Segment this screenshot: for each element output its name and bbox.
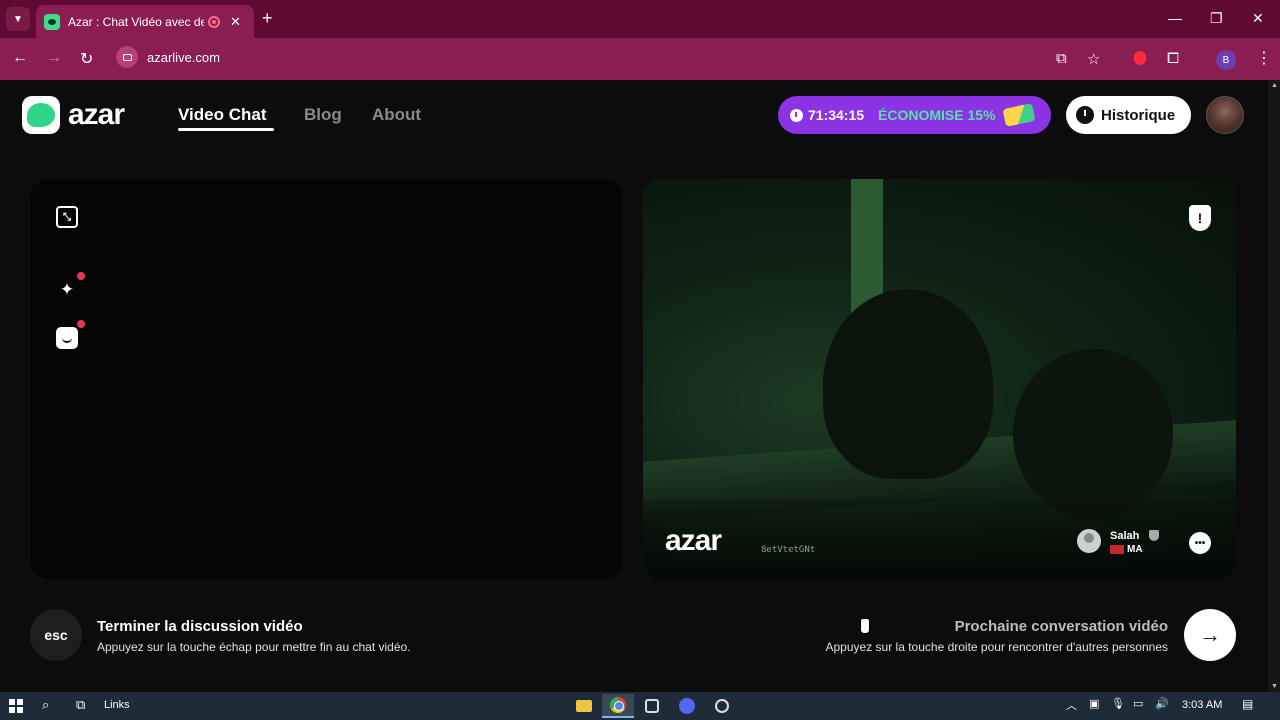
azar-favicon-icon xyxy=(44,13,60,30)
video-watermark-code: 8etVtetGNt xyxy=(761,545,816,555)
browser-tab-strip: ▼ Azar : Chat Vidéo avec de n ✕ + — ❐ ✕ xyxy=(0,0,1280,38)
report-shield-icon[interactable]: ! xyxy=(1189,205,1211,231)
browser-tab-active[interactable]: Azar : Chat Vidéo avec de n ✕ xyxy=(36,5,254,38)
next-chat-title: Prochaine conversation vidéo xyxy=(954,618,1168,635)
country-flag-icon xyxy=(1110,545,1124,554)
nav-active-underline xyxy=(178,128,274,131)
tab-close-icon[interactable]: ✕ xyxy=(230,14,241,30)
url-text: azarlive.com xyxy=(147,49,220,65)
windows-taskbar: ⌕ ⧉ Links ︿ ▣ 🎙 ▭ 🔊 3:03 AM ▤ xyxy=(0,692,1280,720)
video-watermark-logo: azar xyxy=(665,524,722,557)
promo-timer: 71:34:15 xyxy=(808,107,865,123)
next-chat-subtitle: Appuyez sur la touche droite pour rencon… xyxy=(825,640,1169,654)
magic-wand-icon[interactable]: ✦ xyxy=(56,279,78,301)
azar-logo-icon xyxy=(22,96,60,134)
notification-dot xyxy=(77,272,85,280)
reload-icon[interactable]: ↻ xyxy=(80,49,93,69)
install-app-icon[interactable]: ⧉ xyxy=(1056,50,1067,67)
tab-title: Azar : Chat Vidéo avec de n xyxy=(68,14,204,29)
end-chat-title: Terminer la discussion vidéo xyxy=(97,618,303,635)
promo-text: ÉCONOMISE 15% xyxy=(878,107,996,123)
camera-tray-icon[interactable]: ▣ xyxy=(1089,697,1099,710)
next-chat-button[interactable]: → xyxy=(1184,609,1236,661)
browser-menu-icon[interactable]: ⋮ xyxy=(1256,48,1272,68)
windows-start-icon[interactable] xyxy=(9,699,23,713)
taskbar-clock[interactable]: 3:03 AM xyxy=(1182,699,1222,711)
video-person xyxy=(1013,349,1173,519)
chat-bubble-icon[interactable]: ••• xyxy=(1189,532,1211,554)
video-person xyxy=(823,289,993,479)
peer-name: Salah xyxy=(1110,530,1140,542)
volume-icon[interactable]: 🔊 xyxy=(1155,697,1169,710)
end-chat-subtitle: Appuyez sur la touche échap pour mettre … xyxy=(97,640,411,654)
notifications-icon[interactable]: ▤ xyxy=(1242,697,1253,711)
links-toolbar[interactable]: Links xyxy=(104,699,130,711)
notification-dot xyxy=(77,320,85,328)
tab-search-chevron-icon[interactable]: ▼ xyxy=(6,7,30,31)
user-avatar[interactable] xyxy=(1206,96,1244,134)
history-label: Historique xyxy=(1101,106,1176,124)
history-button[interactable]: Historique xyxy=(1066,96,1191,134)
minimize-icon[interactable]: — xyxy=(1168,10,1182,26)
remote-video-panel: ! azar 8etVtetGNt Salah MA ••• xyxy=(643,179,1236,579)
clock-icon xyxy=(790,108,803,122)
back-arrow-icon[interactable]: ← xyxy=(12,49,28,67)
page-scrollbar[interactable]: ▲ ▼ xyxy=(1268,80,1280,692)
page-content: azar Video Chat Blog About 71:34:15 ÉCON… xyxy=(0,80,1268,692)
nav-about[interactable]: About xyxy=(372,105,421,125)
recording-indicator-icon xyxy=(208,15,220,28)
bookmark-star-icon[interactable]: ☆ xyxy=(1087,50,1100,68)
end-chat-button[interactable]: esc xyxy=(30,609,82,661)
nav-blog[interactable]: Blog xyxy=(304,105,342,125)
azar-logo[interactable]: azar xyxy=(22,96,125,134)
extension-icon[interactable] xyxy=(1134,51,1146,65)
close-window-icon[interactable]: ✕ xyxy=(1252,10,1264,27)
profile-avatar[interactable]: B xyxy=(1216,50,1236,70)
task-view-icon[interactable]: ⧉ xyxy=(76,697,85,713)
camera-permission-icon[interactable] xyxy=(116,46,138,68)
coupon-icon xyxy=(1001,103,1036,127)
peer-verified-badge-icon xyxy=(1149,530,1159,541)
new-tab-plus-icon[interactable]: + xyxy=(262,8,273,29)
logo-text: azar xyxy=(68,98,125,131)
discord-icon[interactable] xyxy=(671,694,703,718)
forward-arrow-icon[interactable]: → xyxy=(46,49,62,67)
url-field[interactable]: azarlive.com xyxy=(116,46,220,68)
face-filter-icon[interactable] xyxy=(56,327,78,349)
extensions-puzzle-icon[interactable]: ⧠ xyxy=(1167,50,1179,67)
search-icon[interactable]: ⌕ xyxy=(42,697,49,713)
mouse-cursor-icon xyxy=(860,618,870,634)
browser-address-bar: ← → ↻ azarlive.com ⧉ ☆ ⧠ xyxy=(0,38,1280,80)
restore-icon[interactable]: ❐ xyxy=(1210,10,1223,27)
history-clock-icon xyxy=(1076,106,1094,124)
peer-country: MA xyxy=(1127,544,1143,555)
nav-video-chat[interactable]: Video Chat xyxy=(178,105,266,125)
promo-button[interactable]: 71:34:15 ÉCONOMISE 15% xyxy=(778,96,1051,134)
local-video-panel: ⤡ ✦ xyxy=(30,179,623,579)
minimize-video-icon[interactable]: ⤡ xyxy=(56,206,78,228)
app-icon[interactable] xyxy=(706,694,738,718)
peer-avatar[interactable] xyxy=(1077,529,1101,553)
chrome-icon[interactable] xyxy=(602,694,634,718)
scroll-down-icon[interactable]: ▼ xyxy=(1271,683,1278,690)
microphone-icon[interactable]: 🎙 xyxy=(1111,697,1125,710)
video-bottom-shade xyxy=(643,499,1236,579)
terminal-app-icon[interactable] xyxy=(636,694,668,718)
tray-chevron-icon[interactable]: ︿ xyxy=(1066,697,1077,713)
network-icon[interactable]: ▭ xyxy=(1133,697,1143,710)
file-explorer-icon[interactable] xyxy=(568,694,600,718)
scroll-up-icon[interactable]: ▲ xyxy=(1271,82,1278,89)
